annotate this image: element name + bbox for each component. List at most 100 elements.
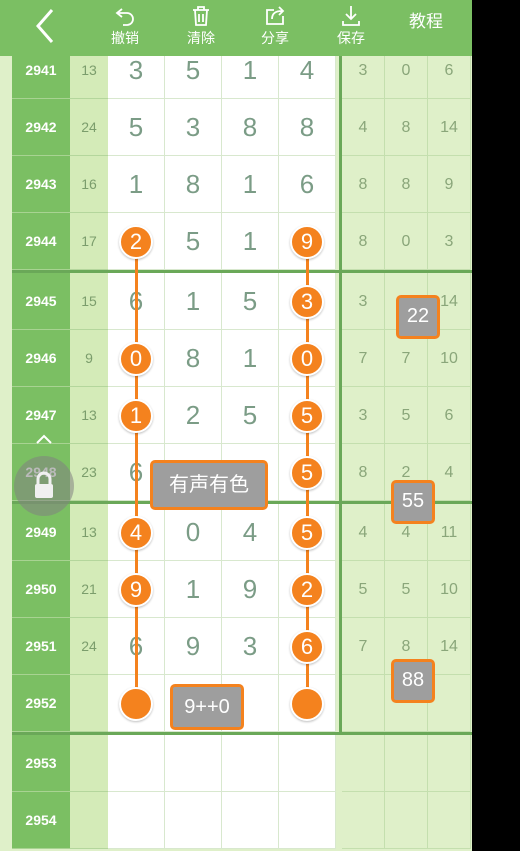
- selected-number-circle[interactable]: 5: [290, 515, 324, 550]
- issue-number-cell: 2945: [12, 273, 70, 330]
- issue-number-cell: 2946: [12, 330, 70, 387]
- digit-cell[interactable]: 8: [165, 156, 222, 213]
- issue-number-cell: 2943: [12, 156, 70, 213]
- app-window: 2941 13 3 5 1 4 3 0 6 2942 24 5 3 8 8 4 8 14 2943 16 1 8 1 6 8 8 9…: [0, 0, 472, 851]
- span-cell: 0: [385, 213, 428, 270]
- selected-number-circle[interactable]: 2: [290, 572, 324, 607]
- undo-label: 撤销: [111, 30, 139, 46]
- digit-cell[interactable]: 8: [279, 99, 336, 156]
- span-cell: 14: [428, 99, 471, 156]
- tag-22[interactable]: 22: [396, 295, 440, 339]
- digit-cell[interactable]: 5: [165, 213, 222, 270]
- span-cell: 5: [385, 387, 428, 444]
- sum-cell: 24: [70, 618, 108, 675]
- span-cell: 6: [428, 387, 471, 444]
- digit-cell[interactable]: 1: [108, 156, 165, 213]
- span-cell: 5: [342, 561, 385, 618]
- sum-cell: [70, 792, 108, 849]
- table-row: 2953: [0, 735, 472, 792]
- lock-button[interactable]: [14, 456, 74, 516]
- chevron-left-icon[interactable]: [26, 6, 66, 46]
- lottery-trend-grid: 2941 13 3 5 1 4 3 0 6 2942 24 5 3 8 8 4 8 14 2943 16 1 8 1 6 8 8 9…: [0, 42, 472, 851]
- issue-number-cell: 2944: [12, 213, 70, 270]
- span-cell: [342, 735, 385, 792]
- digit-cell[interactable]: 3: [222, 618, 279, 675]
- tag-88[interactable]: 88: [391, 659, 435, 703]
- digit-cell[interactable]: 5: [108, 99, 165, 156]
- span-cell: 5: [385, 561, 428, 618]
- issue-number-cell: 2952: [12, 675, 70, 732]
- combo-tag[interactable]: 9++0: [170, 684, 244, 730]
- sum-cell: 13: [70, 504, 108, 561]
- selected-number-circle[interactable]: 5: [290, 455, 324, 490]
- issue-number-cell: 2942: [12, 99, 70, 156]
- digit-cell[interactable]: 2: [165, 387, 222, 444]
- digit-cell[interactable]: 9: [165, 618, 222, 675]
- selected-number-circle[interactable]: 2: [119, 224, 153, 259]
- tag-55[interactable]: 55: [391, 480, 435, 524]
- span-cell: 8: [385, 99, 428, 156]
- selected-number-circle[interactable]: 3: [290, 284, 324, 319]
- digit-cell[interactable]: [279, 735, 336, 792]
- span-cell: 8: [385, 156, 428, 213]
- digit-cell[interactable]: [222, 735, 279, 792]
- chevron-up-icon[interactable]: [34, 432, 54, 446]
- digit-cell[interactable]: 1: [222, 213, 279, 270]
- span-cell: [428, 735, 471, 792]
- selected-number-circle[interactable]: 5: [290, 398, 324, 433]
- selected-number-circle[interactable]: [290, 686, 324, 721]
- table-row: 29502191925510: [0, 561, 472, 618]
- digit-cell[interactable]: 6: [279, 156, 336, 213]
- selected-number-circle[interactable]: 6: [290, 629, 324, 664]
- selected-number-circle[interactable]: [119, 686, 153, 721]
- span-cell: 4: [342, 99, 385, 156]
- span-cell: [342, 792, 385, 849]
- selected-number-circle[interactable]: 4: [119, 515, 153, 550]
- selected-number-circle[interactable]: 0: [119, 341, 153, 376]
- column-separator: [339, 42, 342, 732]
- digit-cell[interactable]: 1: [222, 330, 279, 387]
- digit-cell[interactable]: 5: [222, 387, 279, 444]
- undo-button[interactable]: 撤销: [104, 0, 146, 56]
- share-button[interactable]: 分享: [254, 0, 296, 56]
- digit-cell[interactable]: [108, 792, 165, 849]
- digit-cell[interactable]: 3: [165, 99, 222, 156]
- selected-number-circle[interactable]: 9: [290, 224, 324, 259]
- sound-color-tag[interactable]: 有声有色: [150, 460, 268, 510]
- lock-icon: [35, 471, 53, 498]
- row-group-separator: [12, 732, 472, 735]
- digit-cell[interactable]: 8: [222, 99, 279, 156]
- digit-cell[interactable]: 4: [222, 504, 279, 561]
- digit-cell[interactable]: [165, 735, 222, 792]
- span-cell: 8: [342, 444, 385, 501]
- clear-button[interactable]: 清除: [180, 0, 222, 56]
- trash-icon: [193, 6, 209, 26]
- digit-cell[interactable]: 5: [222, 273, 279, 330]
- share-icon: [266, 6, 285, 25]
- digit-cell[interactable]: 8: [165, 330, 222, 387]
- table-row: 2954: [0, 792, 472, 849]
- sum-cell: [70, 675, 108, 732]
- digit-cell[interactable]: [222, 792, 279, 849]
- digit-cell[interactable]: 9: [222, 561, 279, 618]
- issue-number-cell: 2951: [12, 618, 70, 675]
- selected-number-circle[interactable]: 9: [119, 572, 153, 607]
- digit-cell[interactable]: [165, 792, 222, 849]
- span-cell: [428, 792, 471, 849]
- digit-cell[interactable]: 1: [222, 156, 279, 213]
- digit-cell[interactable]: 1: [165, 561, 222, 618]
- selected-number-circle[interactable]: 0: [290, 341, 324, 376]
- digit-cell[interactable]: 0: [165, 504, 222, 561]
- table-row: 2942 24 5 3 8 8 4 8 14: [0, 99, 472, 156]
- span-cell: 4: [342, 504, 385, 561]
- save-button[interactable]: 保存: [330, 0, 372, 56]
- span-cell: 3: [342, 273, 385, 330]
- digit-cell[interactable]: [108, 735, 165, 792]
- span-cell: 7: [342, 330, 385, 387]
- span-cell: 7: [342, 618, 385, 675]
- tutorial-button[interactable]: 教程: [398, 0, 454, 56]
- selected-number-circle[interactable]: 1: [119, 398, 153, 433]
- connector-line: [135, 241, 138, 704]
- digit-cell[interactable]: [279, 792, 336, 849]
- digit-cell[interactable]: 1: [165, 273, 222, 330]
